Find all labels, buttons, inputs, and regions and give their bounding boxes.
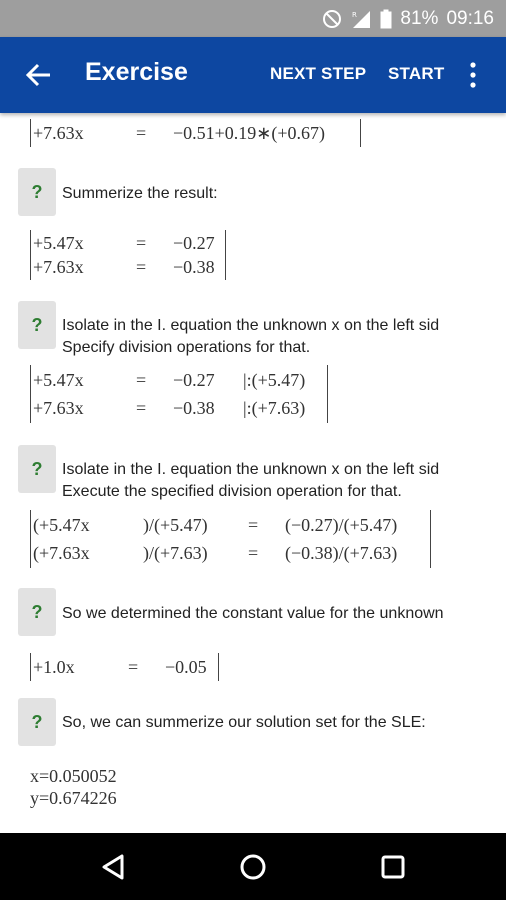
equation-row: (+7.63x )/(+7.63) = (−0.38)/(+7.63) [30, 541, 435, 565]
equation-lhs: (+7.63x [33, 543, 90, 563]
equation-lhs: +5.47x [33, 233, 84, 253]
equation-row: +1.0x = −0.05 [30, 655, 225, 679]
arrow-back-icon [25, 63, 50, 87]
equation-eq: = [128, 657, 139, 677]
equation-rhs: (−0.27)/(+5.47) [285, 515, 398, 535]
hint-button[interactable]: ? [18, 168, 56, 216]
equation-rhs: −0.51+0.19∗(+0.67) [173, 123, 326, 143]
navigation-bar [0, 833, 506, 900]
equation-lhs: +5.47x [33, 370, 84, 390]
hint-button[interactable]: ? [18, 445, 56, 493]
division-operator: |:(+7.63) [243, 398, 306, 418]
start-button[interactable]: START [388, 64, 444, 84]
division-term: )/(+5.47) [143, 515, 208, 535]
equation-rhs: −0.27 [173, 370, 215, 390]
equation-row: (+5.47x )/(+5.47) = (−0.27)/(+5.47) [30, 513, 435, 537]
status-bar: R 81% 09:16 [0, 0, 506, 37]
signal-icon: R [352, 10, 371, 28]
equation-row: +5.47x = −0.27 [30, 231, 230, 255]
equation-block: +1.0x = −0.05 [30, 653, 225, 681]
step-instruction: Isolate in the I. equation the unknown x… [62, 461, 440, 478]
equation-block: +5.47x = −0.27 |:(+5.47) +7.63x = −0.38 … [30, 365, 335, 423]
more-vert-icon [470, 62, 476, 88]
triangle-back-icon [102, 854, 124, 880]
step-instruction: So, we can summerize our solution set fo… [62, 714, 426, 731]
equation-row: +5.47x = −0.27 |:(+5.47) [30, 368, 335, 392]
screen-title: Exercise [85, 58, 188, 86]
solution-x: x=0.050052 [30, 766, 117, 786]
step-instruction: Specify division operations for that. [62, 339, 311, 356]
solution-y: y=0.674226 [30, 788, 117, 808]
equation-eq: = [136, 233, 147, 253]
equation-eq: = [248, 543, 259, 563]
equation-eq: = [136, 123, 147, 143]
solution-set: x=0.050052 y=0.674226 [30, 765, 117, 809]
overflow-menu-button[interactable] [464, 59, 482, 91]
equation-row: +7.63x = −0.38 |:(+7.63) [30, 396, 335, 420]
square-recents-icon [381, 855, 405, 879]
app-bar: Exercise NEXT STEP START [0, 37, 506, 113]
nav-back-button[interactable] [98, 851, 130, 883]
status-icons: R 81% 09:16 [322, 0, 494, 37]
nav-home-button[interactable] [237, 851, 269, 883]
step-instruction: Summerize the result: [62, 185, 218, 202]
equation-block: (+5.47x )/(+5.47) = (−0.27)/(+5.47) (+7.… [30, 510, 435, 568]
step-instruction: Execute the specified division operation… [62, 483, 402, 500]
equation-rhs: (−0.38)/(+7.63) [285, 543, 398, 563]
equation-rhs: −0.05 [165, 657, 207, 677]
battery-icon [380, 9, 392, 28]
next-step-button[interactable]: NEXT STEP [270, 64, 366, 84]
equation-rhs: −0.27 [173, 233, 215, 253]
equation-eq: = [136, 370, 147, 390]
equation-row: +7.63x = −0.51+0.19∗(+0.67) [30, 121, 370, 145]
step-instruction: So we determined the constant value for … [62, 605, 444, 622]
equation-lhs: +7.63x [33, 123, 84, 143]
equation-block: +7.63x = −0.51+0.19∗(+0.67) [30, 119, 370, 147]
hint-button[interactable]: ? [18, 588, 56, 636]
exercise-steps[interactable]: +7.63x = −0.51+0.19∗(+0.67) ? Summerize … [0, 113, 506, 833]
equation-row: +7.63x = −0.38 [30, 255, 230, 279]
clock: 09:16 [446, 7, 494, 29]
equation-eq: = [136, 257, 147, 277]
back-button[interactable] [18, 55, 58, 95]
battery-percent: 81% [400, 7, 439, 29]
hint-button[interactable]: ? [18, 301, 56, 349]
equation-lhs: +7.63x [33, 398, 84, 418]
do-not-disturb-icon [323, 9, 342, 28]
division-operator: |:(+5.47) [243, 370, 306, 390]
equation-eq: = [136, 398, 147, 418]
equation-lhs: +7.63x [33, 257, 84, 277]
equation-lhs: +1.0x [33, 657, 75, 677]
equation-rhs: −0.38 [173, 398, 215, 418]
equation-lhs: (+5.47x [33, 515, 90, 535]
equation-rhs: −0.38 [173, 257, 215, 277]
equation-eq: = [248, 515, 259, 535]
division-term: )/(+7.63) [143, 543, 208, 563]
nav-recents-button[interactable] [377, 851, 409, 883]
equation-block: +5.47x = −0.27 +7.63x = −0.38 [30, 230, 230, 280]
hint-button[interactable]: ? [18, 698, 56, 746]
step-instruction: Isolate in the I. equation the unknown x… [62, 317, 440, 334]
circle-home-icon [240, 854, 266, 880]
svg-text:R: R [352, 11, 357, 19]
